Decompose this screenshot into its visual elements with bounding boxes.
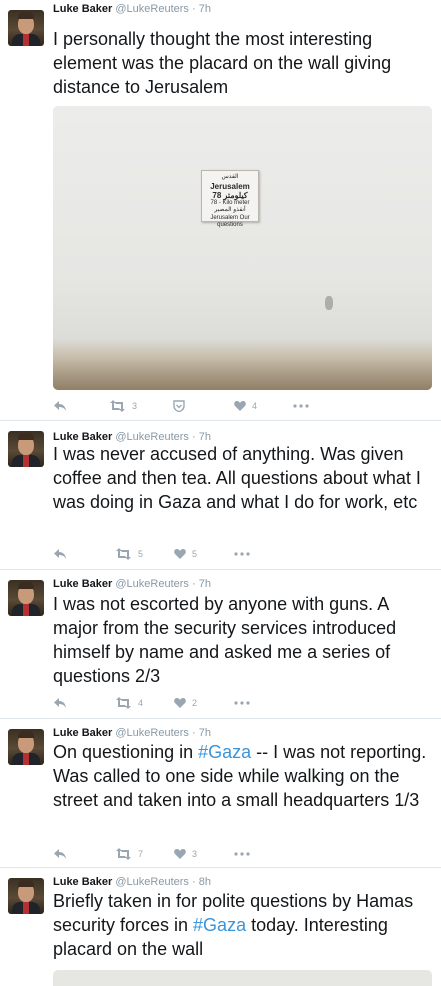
like-button[interactable]: 3 xyxy=(174,846,197,860)
more-button[interactable] xyxy=(234,546,250,560)
retweet-button[interactable]: 3 xyxy=(109,398,137,412)
wall-background xyxy=(53,106,432,390)
tweet-text: I was not escorted by anyone with guns. … xyxy=(53,592,435,688)
tweet-actions: 3 4 xyxy=(53,398,333,412)
like-button[interactable]: 5 xyxy=(174,546,197,560)
placard-line: 78 كيلومتر xyxy=(212,190,248,200)
like-count: 4 xyxy=(252,400,258,411)
like-count: 2 xyxy=(192,697,198,708)
retweet-count: 5 xyxy=(138,548,144,559)
like-button[interactable]: 4 xyxy=(234,398,257,412)
more-icon xyxy=(234,701,250,705)
avatar[interactable] xyxy=(8,729,44,765)
heart-icon xyxy=(174,549,186,560)
placard-line: 78 - Kilo meter xyxy=(210,199,250,206)
tweet-actions: 5 5 xyxy=(53,546,333,560)
text-part: On questioning in xyxy=(53,742,199,762)
separator: · xyxy=(191,876,196,888)
avatar[interactable] xyxy=(8,10,44,46)
retweet-icon xyxy=(116,547,131,560)
tweet-3[interactable]: Luke Baker @LukeReuters · 7h I was not e… xyxy=(0,570,441,719)
retweet-icon xyxy=(110,399,125,412)
reply-button[interactable] xyxy=(53,546,67,560)
tweet-header: Luke Baker @LukeReuters · 7h xyxy=(53,578,211,590)
author-name[interactable]: Luke Baker xyxy=(53,3,112,15)
author-name[interactable]: Luke Baker xyxy=(53,876,112,888)
reply-icon xyxy=(54,848,66,859)
hashtag-link[interactable]: #Gaza xyxy=(198,742,251,762)
jerusalem-placard: القدس Jerusalem 78 كيلومتر 78 - Kilo met… xyxy=(201,170,259,228)
heart-icon xyxy=(174,849,186,860)
author-handle[interactable]: @LukeReuters xyxy=(115,727,189,739)
tweet-1[interactable]: Luke Baker @LukeReuters · 7h I personall… xyxy=(0,0,441,421)
tweet-photo-preview[interactable] xyxy=(53,970,432,986)
wall-mark xyxy=(325,296,333,310)
avatar[interactable] xyxy=(8,431,44,467)
moments-button[interactable] xyxy=(173,398,185,412)
tweet-text: Briefly taken in for polite questions by… xyxy=(53,889,435,961)
retweet-icon xyxy=(116,696,131,709)
timestamp[interactable]: 7h xyxy=(199,727,211,739)
like-button[interactable]: 2 xyxy=(174,695,197,709)
heart-icon xyxy=(174,698,186,709)
like-count: 3 xyxy=(192,848,198,859)
reply-button[interactable] xyxy=(53,846,67,860)
tweet-actions: 4 2 xyxy=(53,695,333,709)
tweet-text: I personally thought the most interestin… xyxy=(53,27,435,99)
reply-icon xyxy=(54,548,66,559)
timestamp[interactable]: 7h xyxy=(199,578,211,590)
retweet-count: 7 xyxy=(138,848,144,859)
more-button[interactable] xyxy=(234,846,250,860)
timestamp[interactable]: 7h xyxy=(199,3,211,15)
more-button[interactable] xyxy=(293,398,309,412)
placard-line: Jerusalem xyxy=(210,181,250,191)
tweet-5[interactable]: Luke Baker @LukeReuters · 8h Briefly tak… xyxy=(0,868,441,986)
retweet-icon xyxy=(116,847,131,860)
wall-base xyxy=(53,356,432,390)
retweet-button[interactable]: 7 xyxy=(115,846,143,860)
tweet-photo[interactable]: القدس Jerusalem 78 كيلومتر 78 - Kilo met… xyxy=(53,106,432,390)
author-name[interactable]: Luke Baker xyxy=(53,578,112,590)
tweet-2[interactable]: Luke Baker @LukeReuters · 7h I was never… xyxy=(0,421,441,570)
retweet-button[interactable]: 5 xyxy=(115,546,143,560)
retweet-button[interactable]: 4 xyxy=(115,695,143,709)
author-handle[interactable]: @LukeReuters xyxy=(115,876,189,888)
moments-icon xyxy=(173,399,185,412)
tweet-text: On questioning in #Gaza -- I was not rep… xyxy=(53,740,435,812)
text-part: I was not escorted by anyone with guns. … xyxy=(53,594,397,686)
tweet-header: Luke Baker @LukeReuters · 7h xyxy=(53,727,211,739)
more-icon xyxy=(293,404,309,408)
more-icon xyxy=(234,852,250,856)
text-part: I personally thought the most interestin… xyxy=(53,29,392,97)
timestamp[interactable]: 8h xyxy=(199,876,211,888)
reply-icon xyxy=(54,400,66,411)
author-name[interactable]: Luke Baker xyxy=(53,727,112,739)
tweet-header: Luke Baker @LukeReuters · 8h xyxy=(53,876,211,888)
separator: · xyxy=(191,578,196,590)
heart-icon xyxy=(234,401,246,412)
tweet-4[interactable]: Luke Baker @LukeReuters · 7h On question… xyxy=(0,719,441,868)
placard-line: أنقذو المصير xyxy=(214,207,246,213)
like-count: 5 xyxy=(192,548,198,559)
placard-line: Jerusalem Our questions xyxy=(210,214,250,229)
more-button[interactable] xyxy=(234,695,250,709)
avatar[interactable] xyxy=(8,580,44,616)
reply-icon xyxy=(54,697,66,708)
reply-button[interactable] xyxy=(53,398,67,412)
separator: · xyxy=(191,3,196,15)
separator: · xyxy=(191,727,196,739)
retweet-count: 4 xyxy=(138,697,144,708)
author-handle[interactable]: @LukeReuters xyxy=(115,578,189,590)
tweet-actions: 7 3 xyxy=(53,846,333,860)
tweet-header: Luke Baker @LukeReuters · 7h xyxy=(53,3,211,15)
hashtag-link[interactable]: #Gaza xyxy=(193,915,246,935)
avatar[interactable] xyxy=(8,878,44,914)
text-part: I was never accused of anything. Was giv… xyxy=(53,444,421,512)
author-handle[interactable]: @LukeReuters xyxy=(115,3,189,15)
retweet-count: 3 xyxy=(132,400,138,411)
tweet-text: I was never accused of anything. Was giv… xyxy=(53,442,435,514)
reply-button[interactable] xyxy=(53,695,67,709)
placard-line: القدس xyxy=(221,174,239,180)
more-icon xyxy=(234,552,250,556)
